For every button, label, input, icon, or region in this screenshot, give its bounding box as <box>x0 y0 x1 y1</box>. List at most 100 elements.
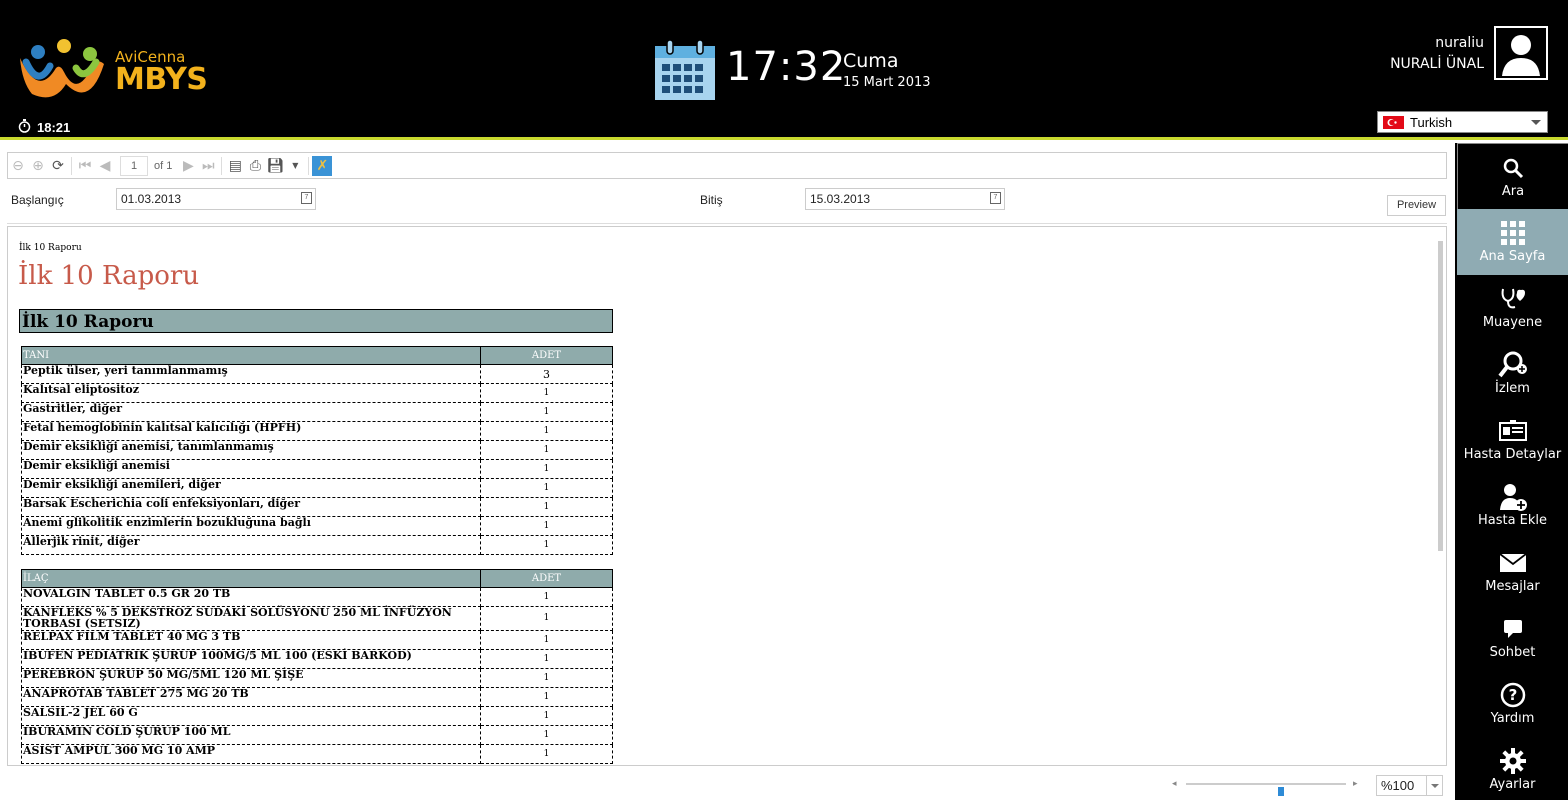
sidebar-item-mesajlar[interactable]: Mesajlar <box>1457 539 1568 605</box>
calendar-icon[interactable]: 7 <box>301 192 312 204</box>
drug-name: ANAPROTAB TABLET 275 MG 20 TB <box>21 687 481 707</box>
table-row: Anemi glikolitik enzimlerin bozukluğuna … <box>21 516 613 536</box>
sidebar-item-hasta-detaylar[interactable]: Hasta Detaylar <box>1457 407 1568 473</box>
diagnosis-count: 1 <box>480 478 613 498</box>
page-count: of 1 <box>154 159 173 172</box>
page-number-input[interactable]: 1 <box>120 155 148 176</box>
diagnosis-name: Anemi glikolitik enzimlerin bozukluğuna … <box>21 516 481 536</box>
sidebar-item-label: Mesajlar <box>1485 579 1540 594</box>
report-page: İlk 10 Raporu İlk 10 Raporu İlk 10 Rapor… <box>7 226 1447 766</box>
table-row: NOVALGIN TABLET 0.5 GR 20 TB 1 <box>21 587 613 607</box>
table-row: Demir eksikliği anemisi 1 <box>21 459 613 479</box>
drug-name: SALSIL-2 JEL 60 G <box>21 706 481 726</box>
magnifier-plus-icon <box>1457 351 1568 379</box>
sidebar-item-i̇zlem[interactable]: İzlem <box>1457 341 1568 407</box>
sidebar-item-muayene[interactable]: Muayene <box>1457 275 1568 341</box>
drug-name: KANFLEKS % 5 DEKSTROZ SUDAKİ SOLÜSYONU 2… <box>21 606 481 631</box>
sidebar-item-sohbet[interactable]: Sohbet <box>1457 605 1568 671</box>
table-row: Barsak Escherichia coli enfeksiyonları, … <box>21 497 613 517</box>
prev-page-icon[interactable]: ◀ <box>95 156 115 176</box>
id-card-icon <box>1457 417 1568 445</box>
scrollbar-thumb[interactable] <box>1438 241 1443 551</box>
zoom-out-icon[interactable]: ◂ <box>1172 778 1177 789</box>
stopwatch-icon <box>18 119 31 136</box>
report-scrollbar[interactable] <box>1437 233 1444 759</box>
last-page-icon[interactable]: ⏭ <box>198 156 218 176</box>
drug-count: 1 <box>480 587 613 607</box>
drug-name: ASIST AMPUL 300 MG 10 AMP <box>21 744 481 764</box>
drug-name: RELPAX FILM TABLET 40 MG 3 TB <box>21 630 481 650</box>
user-login: nuraliu <box>1435 35 1484 51</box>
document-icon[interactable]: ▤ <box>225 156 245 176</box>
sidebar-item-label: Yardım <box>1490 711 1535 726</box>
sidebar-item-ana-sayfa[interactable]: Ana Sayfa <box>1457 209 1568 275</box>
chat-icon <box>1457 615 1568 643</box>
table-row: Demir eksikliği anemisi, tanımlanmamış 1 <box>21 440 613 460</box>
preview-button[interactable]: Preview <box>1387 195 1446 216</box>
grid-icon <box>1457 219 1568 247</box>
drug-count: 1 <box>480 668 613 688</box>
clock-time: 17:32 <box>726 44 847 90</box>
sidebar-item-label: Ayarlar <box>1489 777 1536 792</box>
diagnosis-name: Kalıtsal eliptositoz <box>21 383 481 403</box>
start-date-field[interactable]: 01.03.2013 7 <box>116 188 316 210</box>
sidebar-item-hasta-ekle[interactable]: Hasta Ekle <box>1457 473 1568 539</box>
language-value: Turkish <box>1410 114 1453 130</box>
drug-count: 1 <box>480 744 613 764</box>
clock-day: Cuma <box>843 50 899 72</box>
diagnosis-count: 1 <box>480 459 613 479</box>
table-row: Gastritler, diğer 1 <box>21 402 613 422</box>
sidebar-item-ara[interactable]: Ara <box>1457 143 1568 209</box>
forward-icon[interactable]: ⊕ <box>28 156 48 176</box>
save-icon[interactable]: 💾︎ <box>265 156 285 176</box>
calendar-icon <box>655 39 715 100</box>
report-toolbar: ⊖ ⊕ ⟳ ⏮ ◀ 1 of 1 ▶ ⏭ ▤ ⎙ 💾︎ ▼ ✗ <box>7 152 1447 179</box>
table-row: Peptik ülser, yeri tanımlanmamış 3 <box>21 364 613 384</box>
table-row: Demir eksikliği anemileri, diğer 1 <box>21 478 613 498</box>
sidebar-item-label: Ana Sayfa <box>1479 249 1546 264</box>
timer-value: 18:21 <box>37 120 71 135</box>
language-select[interactable]: Turkish <box>1377 111 1548 133</box>
zoom-select[interactable]: %100 <box>1376 775 1443 796</box>
zoom-value: %100 <box>1381 778 1415 793</box>
diagnosis-count: 1 <box>480 497 613 517</box>
gear-icon <box>1457 747 1568 775</box>
first-page-icon[interactable]: ⏮ <box>75 156 95 176</box>
table-row: ASIST AMPUL 300 MG 10 AMP 1 <box>21 744 613 764</box>
diagnosis-name: Demir eksikliği anemileri, diğer <box>21 478 481 498</box>
search-icon <box>1458 154 1568 182</box>
zoom-slider[interactable] <box>1186 783 1346 796</box>
end-date-field[interactable]: 15.03.2013 7 <box>805 188 1005 210</box>
clock-date: 15 Mart 2013 <box>843 75 931 90</box>
sidebar-item-label: Hasta Ekle <box>1477 513 1548 528</box>
avatar[interactable] <box>1494 26 1548 80</box>
chevron-down-icon[interactable] <box>1426 776 1442 795</box>
column-header: İLAÇ <box>21 569 481 588</box>
diagnosis-count: 1 <box>480 421 613 441</box>
drug-table: İLAÇ ADET NOVALGIN TABLET 0.5 GR 20 TB 1 K… <box>21 569 613 764</box>
zoom-in-icon[interactable]: ▸ <box>1353 778 1358 789</box>
table-row: Kalıtsal eliptositoz 1 <box>21 383 613 403</box>
diagnosis-count: 1 <box>480 440 613 460</box>
back-icon[interactable]: ⊖ <box>8 156 28 176</box>
drug-count: 1 <box>480 725 613 745</box>
diagnosis-name: Barsak Escherichia coli enfeksiyonları, … <box>21 497 481 517</box>
column-header: ADET <box>480 569 613 588</box>
column-header: ADET <box>480 346 613 365</box>
table-row: IBURAMIN COLD ŞURUP 100 ML 1 <box>21 725 613 745</box>
diagnosis-count: 1 <box>480 535 613 555</box>
sidebar-item-label: Ara <box>1501 184 1525 199</box>
refresh-icon[interactable]: ⟳ <box>48 156 68 176</box>
print-icon[interactable]: ⎙ <box>245 156 265 176</box>
session-timer: 18:21 <box>18 119 70 136</box>
chevron-down-icon[interactable]: ▼ <box>285 156 305 176</box>
zoom-control: ◂ ▸ %100 <box>1170 775 1450 797</box>
calendar-icon[interactable]: 7 <box>990 192 1001 204</box>
sidebar-item-ayarlar[interactable]: Ayarlar <box>1457 737 1568 803</box>
zoom-slider-thumb[interactable] <box>1278 787 1284 796</box>
sidebar-item-yardım[interactable]: ? Yardım <box>1457 671 1568 737</box>
table-row: ANAPROTAB TABLET 275 MG 20 TB 1 <box>21 687 613 707</box>
next-page-icon[interactable]: ▶ <box>178 156 198 176</box>
drug-count: 1 <box>480 606 613 631</box>
tools-icon[interactable]: ✗ <box>312 155 333 176</box>
